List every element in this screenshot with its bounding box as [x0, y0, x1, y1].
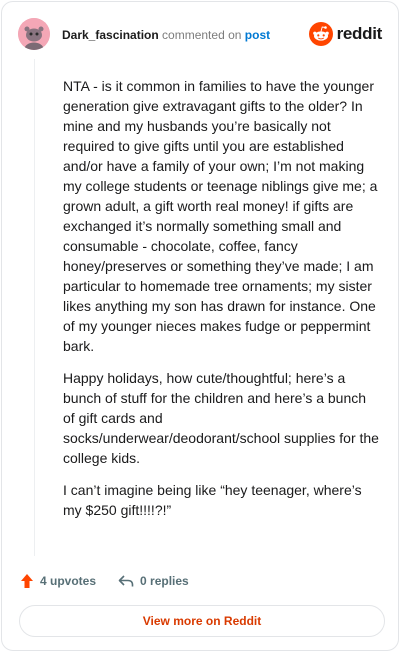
commented-label: commented on [162, 28, 242, 42]
upvote-count: 4 upvotes [40, 574, 97, 588]
snoo-avatar-icon [18, 18, 50, 50]
reddit-logo[interactable]: reddit [308, 21, 383, 47]
reply-count: 0 replies [140, 574, 189, 588]
upvote-button[interactable]: 4 upvotes [20, 573, 96, 589]
thread-line [34, 59, 35, 556]
reddit-wordmark: reddit [336, 24, 383, 43]
post-link[interactable]: post [245, 28, 270, 42]
comment-header: Dark_fascination commented on post reddi… [18, 18, 382, 52]
reply-icon [118, 574, 134, 588]
comment-meta: Dark_fascination commented on post [62, 27, 270, 43]
view-more-button[interactable]: View more on Reddit [19, 605, 385, 637]
comment-body: NTA - is it common in families to have t… [63, 76, 381, 532]
username-link[interactable]: Dark_fascination [62, 28, 159, 42]
reddit-icon [308, 22, 333, 46]
avatar[interactable] [18, 18, 50, 50]
comment-card: Dark_fascination commented on post reddi… [1, 1, 399, 651]
arrow-up-icon [20, 573, 34, 589]
reply-button[interactable]: 0 replies [118, 574, 189, 588]
comment-paragraph: NTA - is it common in families to have t… [63, 78, 378, 354]
comment-paragraph: Happy holidays, how cute/thoughtful; her… [63, 370, 379, 466]
comment-actions: 4 upvotes 0 replies [20, 572, 211, 590]
comment-paragraph: I can’t imagine being like “hey teenager… [63, 482, 362, 518]
